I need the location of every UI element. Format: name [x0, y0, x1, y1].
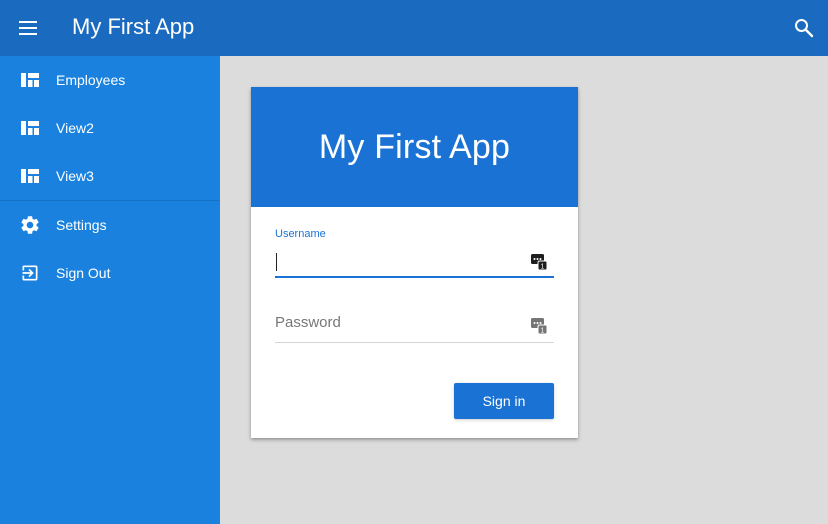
sidebar-item-label: Settings [56, 217, 107, 233]
sidebar-item-label: View2 [56, 120, 94, 136]
dashboard-icon [18, 164, 42, 188]
sidebar-item-employees[interactable]: Employees [0, 56, 220, 104]
gear-icon [18, 213, 42, 237]
sidebar-item-settings[interactable]: Settings [0, 201, 220, 249]
sidebar: Employees View2 View3 Settings Sign Out [0, 56, 220, 524]
username-label: Username [275, 228, 326, 240]
sign-in-button[interactable]: Sign in [454, 383, 554, 419]
sidebar-item-label: Sign Out [56, 265, 111, 281]
sidebar-item-label: View3 [56, 168, 94, 184]
username-input[interactable] [275, 250, 525, 272]
password-field: 1 [275, 309, 554, 345]
login-title: My First App [318, 127, 511, 166]
exit-icon [18, 261, 42, 285]
app-bar: My First App [0, 0, 828, 56]
login-card: My First App Username 1 1 Sign in [251, 87, 578, 438]
login-card-header: My First App [251, 87, 578, 207]
password-manager-key-icon[interactable]: 1 [530, 252, 548, 271]
dashboard-icon [18, 68, 42, 92]
password-underline [275, 342, 554, 343]
hamburger-menu-icon[interactable] [16, 16, 40, 40]
username-underline [275, 276, 554, 278]
sidebar-item-label: Employees [56, 72, 126, 88]
app-title: My First App [72, 14, 195, 39]
username-field: Username 1 [275, 228, 554, 280]
password-input[interactable] [275, 311, 525, 333]
svg-text:1: 1 [541, 327, 545, 334]
dashboard-icon [18, 116, 42, 140]
sidebar-item-view2[interactable]: View2 [0, 104, 220, 152]
svg-text:1: 1 [541, 263, 545, 270]
password-manager-key-icon[interactable]: 1 [530, 316, 548, 335]
search-icon[interactable] [792, 16, 816, 40]
sidebar-item-sign-out[interactable]: Sign Out [0, 249, 220, 297]
text-caret [276, 253, 277, 271]
sidebar-item-view3[interactable]: View3 [0, 152, 220, 200]
